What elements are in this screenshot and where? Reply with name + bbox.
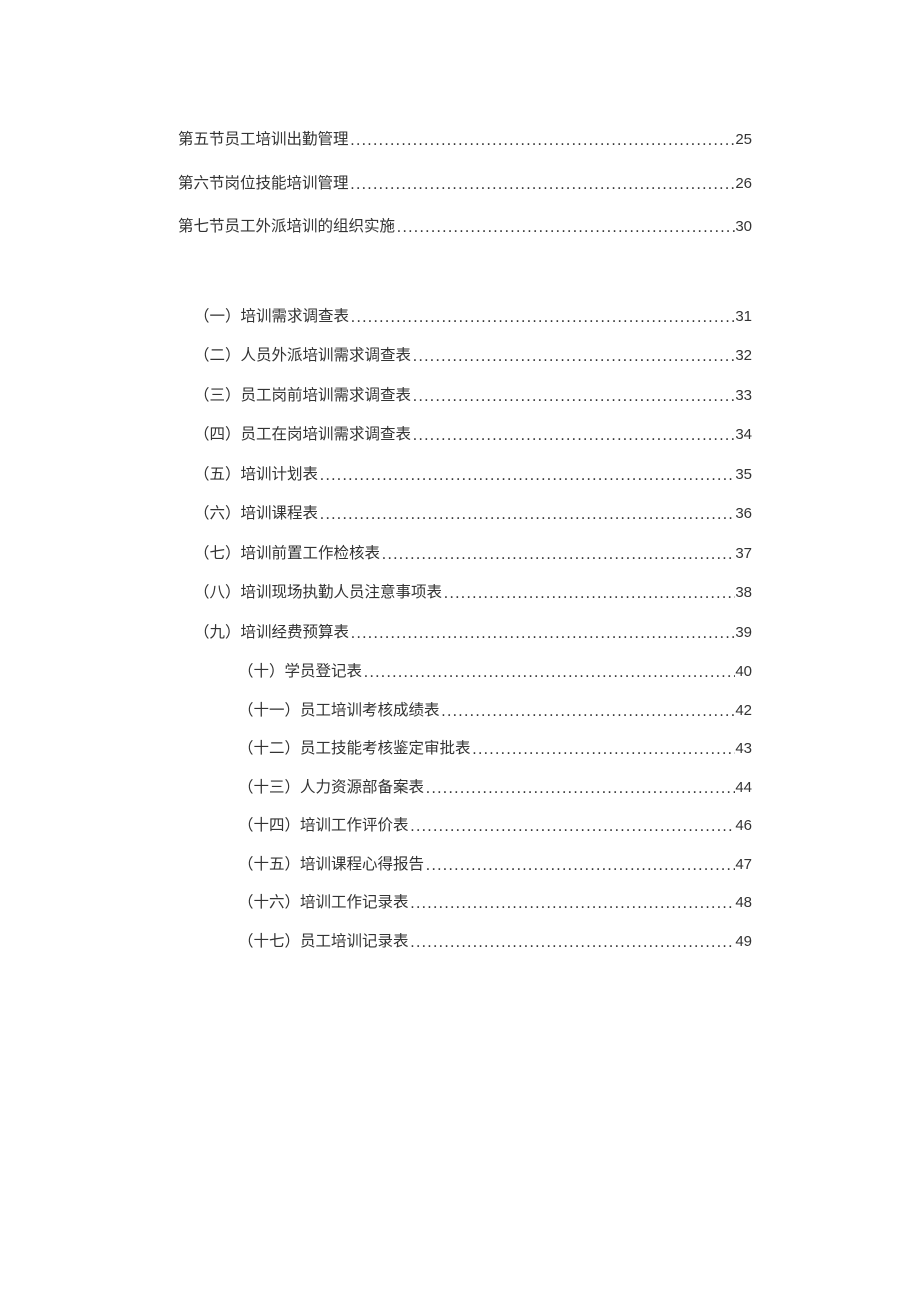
toc-entry: （十）学员登记表 40 [178, 664, 752, 680]
toc-leader-dots [349, 310, 735, 326]
toc-entry: （七）培训前置工作检核表 37 [178, 546, 752, 562]
toc-entry-page: 44 [735, 780, 752, 795]
toc-leader-dots [409, 935, 736, 951]
toc-leader-dots [411, 349, 735, 365]
toc-group-tables-a: （一）培训需求调查表 31 （二）人员外派培训需求调查表 32 （三）员工岗前培… [178, 309, 752, 641]
toc-leader-dots [318, 468, 735, 484]
toc-entry-label: （十）学员登记表 [238, 664, 362, 680]
toc-entry: （十三）人力资源部备案表 44 [178, 780, 752, 796]
toc-group-tables-b: （十）学员登记表 40 （十一）员工培训考核成绩表 42 （十二）员工技能考核鉴… [178, 664, 752, 949]
toc-entry-page: 31 [735, 309, 752, 324]
toc-entry-label: 第五节员工培训出勤管理 [178, 132, 349, 148]
toc-entry-page: 33 [735, 388, 752, 403]
toc-entry: （六）培训课程表 36 [178, 506, 752, 522]
toc-entry-label: （十五）培训课程心得报告 [238, 857, 424, 873]
toc-entry-label: （十七）员工培训记录表 [238, 934, 409, 950]
toc-entry-page: 39 [735, 625, 752, 640]
toc-leader-dots [409, 819, 736, 835]
toc-entry-label: （十二）员工技能考核鉴定审批表 [238, 741, 471, 757]
toc-entry: （五）培训计划表 35 [178, 467, 752, 483]
toc-leader-dots [471, 742, 736, 758]
toc-entry: （九）培训经费预算表 39 [178, 625, 752, 641]
toc-entry: （十二）员工技能考核鉴定审批表 43 [178, 741, 752, 757]
vertical-spacer [178, 263, 752, 309]
toc-entry-label: （七）培训前置工作检核表 [194, 546, 380, 562]
toc-entry-page: 42 [735, 703, 752, 718]
toc-entry: （一）培训需求调查表 31 [178, 309, 752, 325]
toc-leader-dots [362, 665, 735, 681]
toc-entry-page: 26 [735, 176, 752, 191]
toc-leader-dots [318, 507, 735, 523]
toc-leader-dots [349, 177, 736, 193]
toc-entry-page: 35 [735, 467, 752, 482]
toc-entry-page: 49 [735, 934, 752, 949]
toc-entry: （十五）培训课程心得报告 47 [178, 857, 752, 873]
toc-leader-dots [409, 896, 736, 912]
toc-entry: 第六节岗位技能培训管理 26 [178, 176, 752, 192]
toc-leader-dots [380, 547, 735, 563]
toc-entry: （十四）培训工作评价表 46 [178, 818, 752, 834]
toc-entry-page: 38 [735, 585, 752, 600]
toc-entry: （四）员工在岗培训需求调查表 34 [178, 427, 752, 443]
toc-entry-page: 43 [735, 741, 752, 756]
toc-leader-dots [411, 389, 735, 405]
toc-entry-label: （六）培训课程表 [194, 506, 318, 522]
toc-leader-dots [349, 626, 735, 642]
toc-entry: （十七）员工培训记录表 49 [178, 934, 752, 950]
toc-group-sections: 第五节员工培训出勤管理 25 第六节岗位技能培训管理 26 第七节员工外派培训的… [178, 132, 752, 235]
toc-entry-label: （八）培训现场执勤人员注意事项表 [194, 585, 442, 601]
toc-entry-page: 34 [735, 427, 752, 442]
toc-entry-label: （四）员工在岗培训需求调查表 [194, 427, 411, 443]
toc-leader-dots [411, 428, 735, 444]
toc-entry-label: （五）培训计划表 [194, 467, 318, 483]
toc-entry-label: （十一）员工培训考核成绩表 [238, 703, 440, 719]
toc-leader-dots [424, 858, 735, 874]
toc-entry-page: 37 [735, 546, 752, 561]
toc-entry: （三）员工岗前培训需求调查表 33 [178, 388, 752, 404]
toc-leader-dots [424, 781, 735, 797]
toc-entry-page: 30 [735, 219, 752, 234]
toc-entry-label: （九）培训经费预算表 [194, 625, 349, 641]
toc-entry-label: 第七节员工外派培训的组织实施 [178, 219, 395, 235]
toc-entry-label: （三）员工岗前培训需求调查表 [194, 388, 411, 404]
toc-entry-page: 36 [735, 506, 752, 521]
toc-entry: （十六）培训工作记录表 48 [178, 895, 752, 911]
toc-entry-label: （十三）人力资源部备案表 [238, 780, 424, 796]
toc-entry: 第五节员工培训出勤管理 25 [178, 132, 752, 148]
toc-entry: 第七节员工外派培训的组织实施 30 [178, 219, 752, 235]
document-page: 第五节员工培训出勤管理 25 第六节岗位技能培训管理 26 第七节员工外派培训的… [0, 0, 920, 949]
toc-entry-page: 32 [735, 348, 752, 363]
toc-entry: （八）培训现场执勤人员注意事项表 38 [178, 585, 752, 601]
toc-entry-label: （十四）培训工作评价表 [238, 818, 409, 834]
toc-entry-label: （十六）培训工作记录表 [238, 895, 409, 911]
toc-entry-label: （一）培训需求调查表 [194, 309, 349, 325]
toc-entry: （二）人员外派培训需求调查表 32 [178, 348, 752, 364]
toc-entry-page: 25 [735, 132, 752, 147]
toc-entry-page: 47 [735, 857, 752, 872]
toc-leader-dots [440, 704, 736, 720]
toc-leader-dots [395, 220, 735, 236]
toc-entry-page: 46 [735, 818, 752, 833]
toc-entry-page: 40 [735, 664, 752, 679]
toc-entry-page: 48 [735, 895, 752, 910]
toc-entry: （十一）员工培训考核成绩表 42 [178, 703, 752, 719]
toc-entry-label: 第六节岗位技能培训管理 [178, 176, 349, 192]
toc-leader-dots [349, 133, 736, 149]
toc-leader-dots [442, 586, 735, 602]
toc-entry-label: （二）人员外派培训需求调查表 [194, 348, 411, 364]
